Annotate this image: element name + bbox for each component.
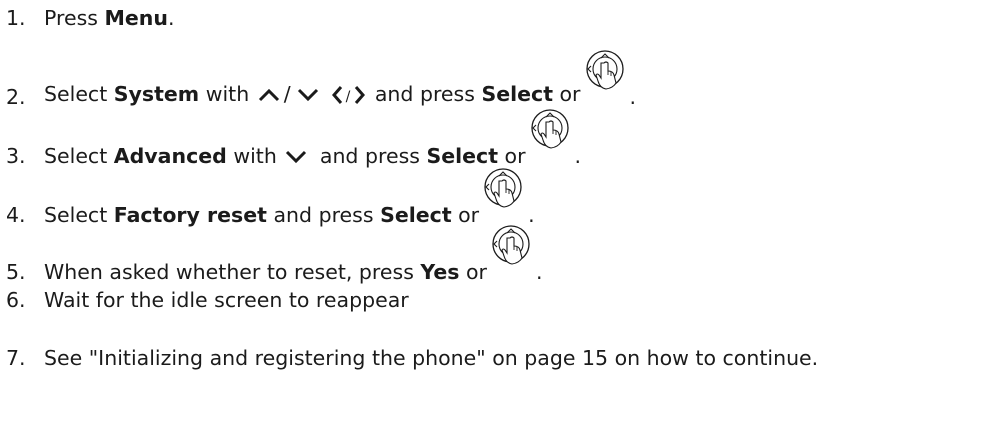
chevron-left-icon <box>331 86 342 104</box>
step-number: 6. <box>6 288 26 312</box>
navigation-key-press-icon <box>530 109 569 149</box>
step-text-part: with <box>226 144 284 168</box>
step-text: Select System with / / and press Select o… <box>44 82 581 109</box>
step-text-part: or <box>451 203 480 227</box>
factory-reset-menu-label: Factory reset <box>113 203 267 227</box>
step-3: 3. Select Advanced with and press Select… <box>0 109 582 168</box>
step-text: Select Factory reset and press Select or <box>44 203 479 227</box>
advanced-menu-label: Advanced <box>113 144 227 168</box>
chevron-down-icon <box>297 88 318 102</box>
step-text-part: or <box>459 260 487 284</box>
step-number: 5. <box>6 260 26 284</box>
step-4: 4. Select Factory reset and press Select… <box>0 168 535 227</box>
navigation-key-press-icon <box>492 225 530 265</box>
step-number: 1. <box>6 6 26 30</box>
step-2: 2. Select System with / / and press Selec… <box>0 50 637 109</box>
chevron-up-icon <box>258 88 279 102</box>
step-number: 4. <box>6 203 26 227</box>
step-text-part: and press <box>313 144 427 168</box>
step-text: When asked whether to reset, press Yes o… <box>44 260 487 284</box>
step-1: 1. Press Menu. <box>0 6 175 30</box>
yes-key-label: Yes <box>420 260 460 284</box>
step-text-part: When asked whether to reset, press <box>44 260 421 284</box>
step-number: 2. <box>6 85 26 109</box>
step-text-part: or <box>553 82 581 106</box>
select-key-label: Select <box>380 203 452 227</box>
step-end-period: . <box>535 260 543 284</box>
chevron-down-icon <box>286 150 307 164</box>
step-text-part: with <box>199 82 256 106</box>
step-7: 7. See "Initializing and registering the… <box>0 346 818 370</box>
instruction-page: 1. Press Menu. 2. Select System with / / … <box>0 0 990 430</box>
chevron-right-icon <box>355 86 366 104</box>
navigation-key-press-icon <box>484 168 522 208</box>
slash-separator: / <box>283 82 291 106</box>
step-number: 7. <box>6 346 26 370</box>
step-text: Wait for the idle screen to reappear <box>44 288 409 312</box>
step-text-part: or <box>498 144 526 168</box>
step-6: 6. Wait for the idle screen to reappear <box>0 288 409 312</box>
step-number: 3. <box>6 144 26 168</box>
step-text-part: Select <box>44 203 114 227</box>
select-key-label: Select <box>426 144 499 168</box>
slash-separator: / <box>345 89 351 105</box>
step-text-part: Press <box>44 6 105 30</box>
step-end-period: . <box>574 144 582 168</box>
step-text-part: Select <box>44 82 114 106</box>
step-5: 5. When asked whether to reset, press Ye… <box>0 225 543 284</box>
select-key-label: Select <box>481 82 553 106</box>
step-text-part: and press <box>368 82 482 106</box>
system-menu-label: System <box>113 82 200 106</box>
step-text-part: and press <box>266 203 381 227</box>
step-text-part: Select <box>44 144 114 168</box>
step-text: See "Initializing and registering the ph… <box>44 346 819 370</box>
step-text: Press Menu. <box>44 6 175 30</box>
navigation-key-press-icon <box>585 50 624 90</box>
step-text-part: . <box>167 6 175 30</box>
step-text: Select Advanced with and press Select or <box>44 144 526 168</box>
step-end-period: . <box>629 85 637 109</box>
menu-key-label: Menu <box>104 6 168 30</box>
